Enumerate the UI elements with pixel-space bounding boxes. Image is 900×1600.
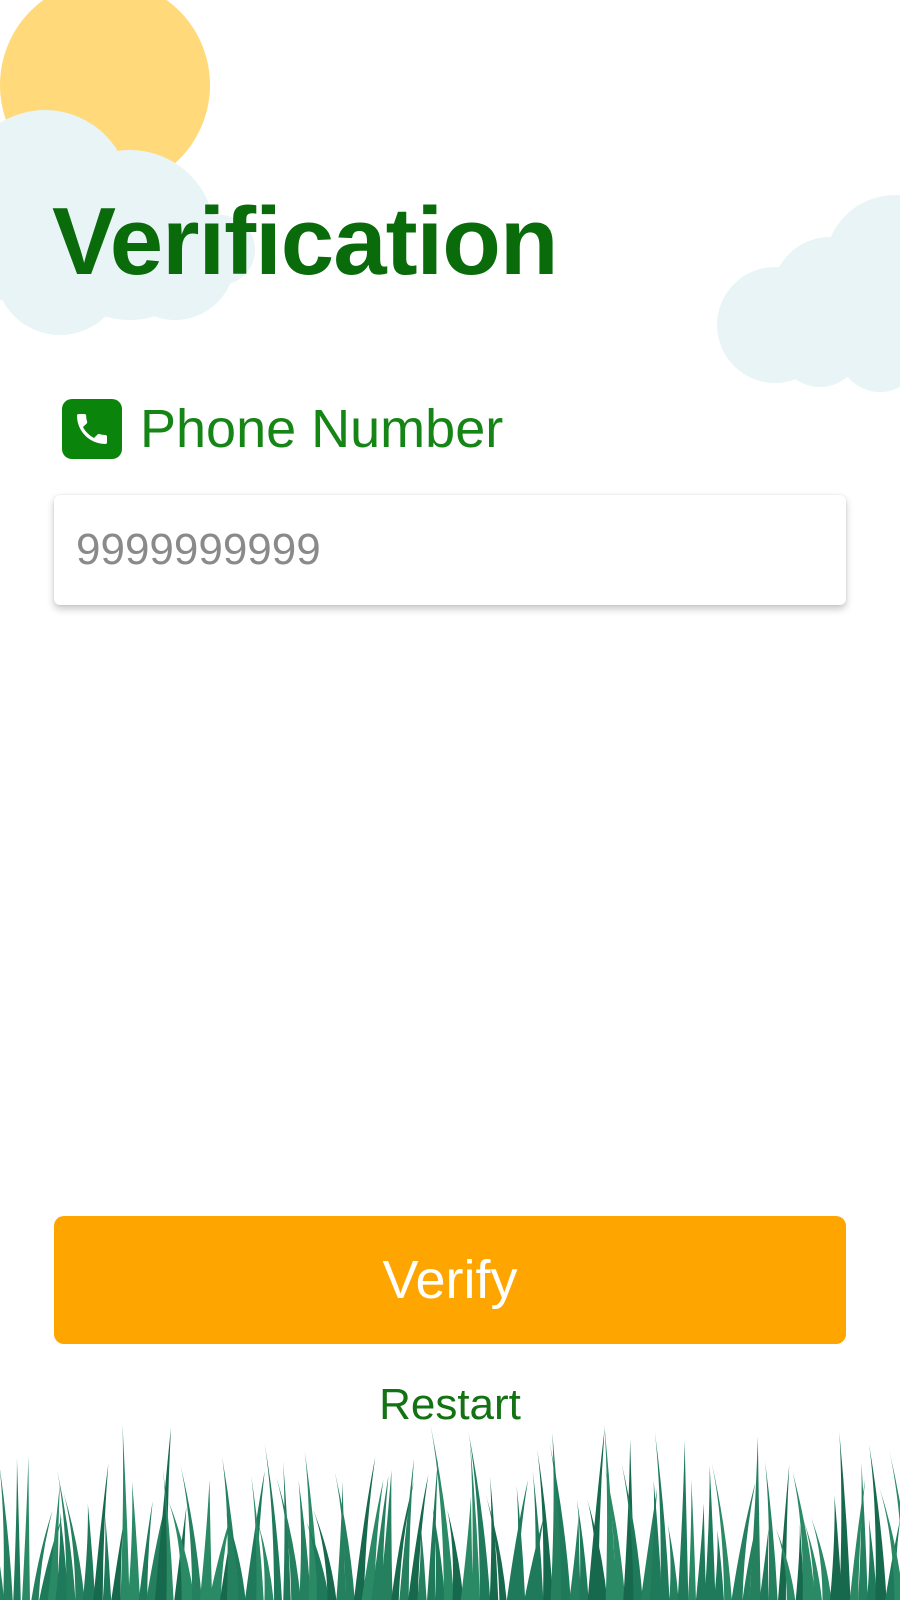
grass-blade [13,1457,21,1600]
grass-blade [759,1527,769,1600]
grass-blade [120,1424,130,1600]
grass-blade [569,1515,581,1600]
phone-number-label: Phone Number [140,399,504,459]
grass-blade [127,1481,141,1600]
grass-blade [22,1456,30,1600]
grass-blade [792,1471,816,1600]
grass-blade [604,1424,617,1600]
grass-blade [460,1496,474,1600]
grass-blade [695,1503,707,1600]
grass-blade [82,1503,96,1600]
grass-blade [677,1440,689,1600]
grass-blade [704,1465,716,1600]
verification-screen: Verification Phone Number Verify Restart [0,0,900,1600]
page-title: Verification [52,188,558,295]
grass-illustration [0,1424,900,1600]
cloud-illustration-right [717,195,900,392]
verify-button[interactable]: Verify [54,1216,846,1344]
grass-blade [839,1432,851,1600]
phone-icon [62,399,122,459]
phone-number-label-row: Phone Number [62,398,503,460]
grass-blade [749,1436,761,1600]
grass-blade [667,1524,679,1600]
restart-link[interactable]: Restart [0,1378,900,1432]
grass-blade [688,1479,696,1600]
grass-blade [0,1469,13,1600]
grass-blade [199,1479,213,1600]
phone-number-input[interactable] [54,495,846,605]
